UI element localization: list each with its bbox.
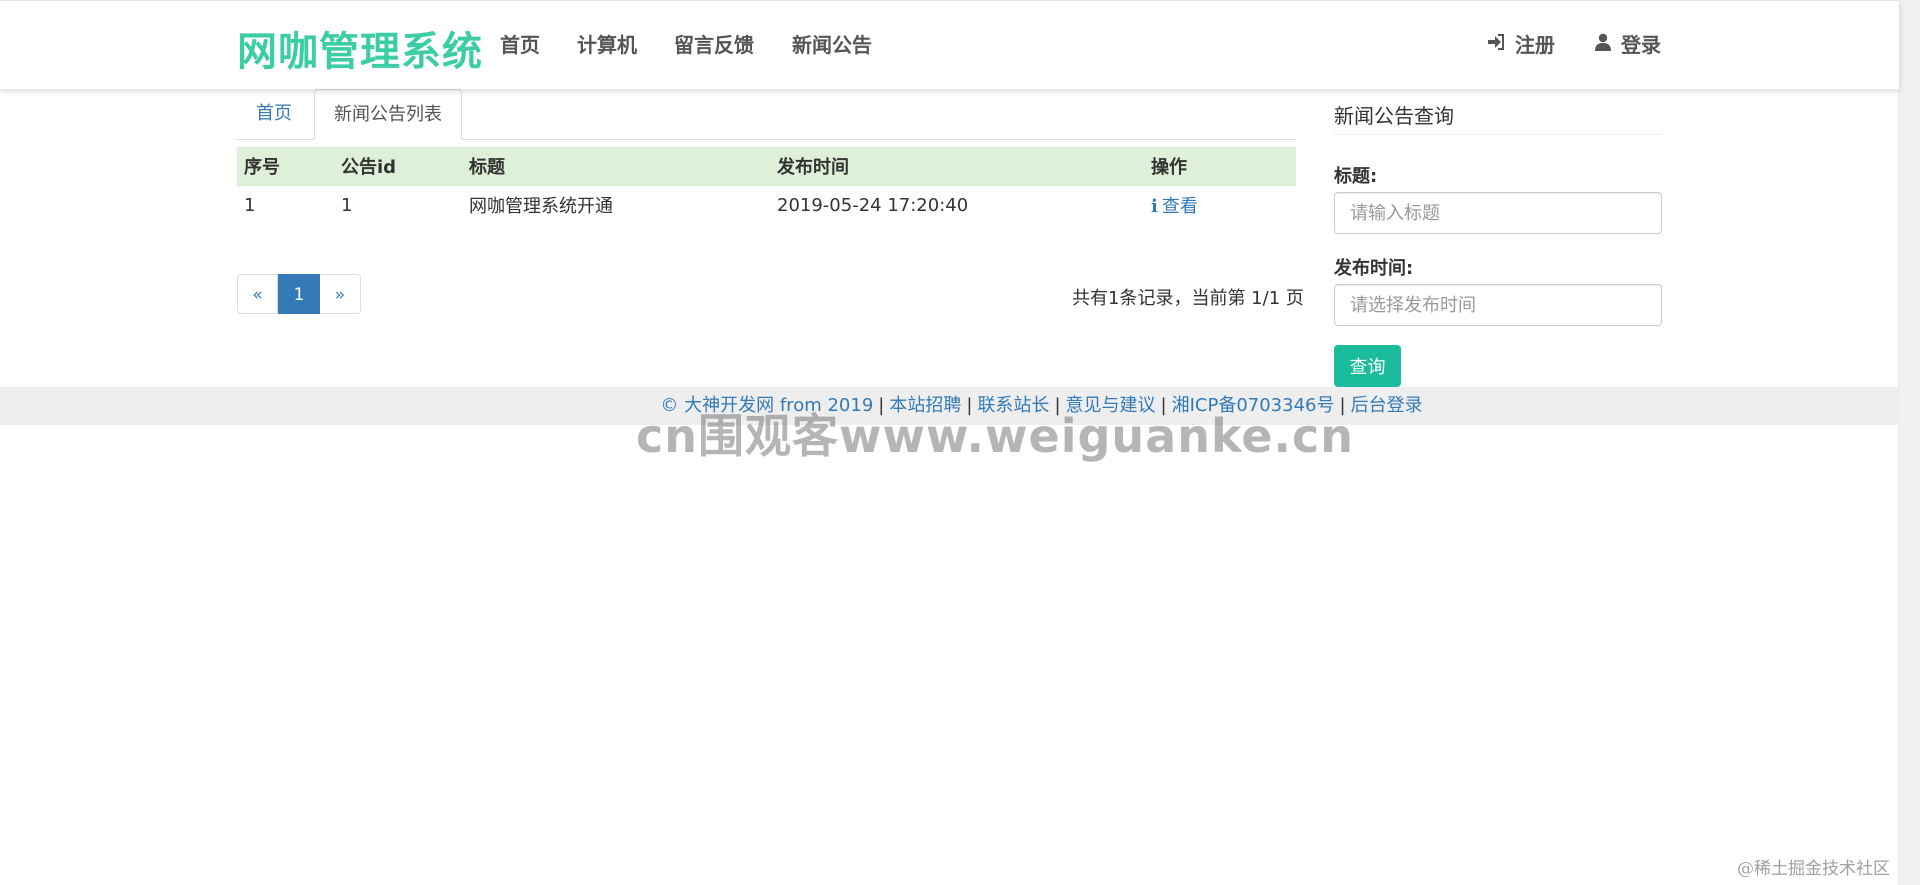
header-index: 序号 [237,147,334,186]
nav-news[interactable]: 新闻公告 [792,29,872,58]
breadcrumb-tabs: 首页 新闻公告列表 [237,89,1296,140]
title-input[interactable] [1334,192,1662,234]
nav-computers[interactable]: 计算机 [577,29,637,58]
view-link[interactable]: i 查看 [1151,196,1198,217]
login-label: 登录 [1621,33,1661,57]
footer-suggestions-link[interactable]: 意见与建议 [1066,395,1156,416]
footer-separator: | [966,395,973,416]
nav-home[interactable]: 首页 [500,29,540,58]
brand-logo[interactable]: 网咖管理系统 [237,19,483,77]
cell-index: 1 [244,194,256,216]
pagination-info: 共有1条记录，当前第 1/1 页 [1072,288,1304,309]
footer-separator: | [1054,395,1061,416]
search-panel-title: 新闻公告查询 [1334,104,1454,128]
table-header-row: 序号 公告id 标题 发布时间 操作 [237,147,1296,186]
footer-separator: | [878,395,885,416]
cell-publish-time: 2019-05-24 17:20:40 [777,194,969,216]
pagination: « 1 » [237,274,361,314]
footer-copyright-link[interactable]: © 大神开发网 from 2019 [660,395,873,416]
header-title: 标题 [462,147,770,186]
login-link[interactable]: 登录 [1595,29,1661,58]
tab-home[interactable]: 首页 [237,89,311,139]
footer-separator: | [1160,395,1167,416]
search-panel-divider [1334,134,1662,135]
news-table: 序号 公告id 标题 发布时间 操作 1 1 网咖管理系统开通 2019-05-… [237,147,1296,224]
footer: © 大神开发网 from 2019 | 本站招聘 | 联系站长 | 意见与建议 | 湘ICP备0… [0,387,1899,425]
publish-time-input[interactable] [1334,284,1662,326]
page-scrollbar[interactable] [1898,0,1920,885]
page-prev-button[interactable]: « [237,274,278,314]
user-icon [1595,32,1611,56]
footer-jobs-link[interactable]: 本站招聘 [889,395,961,416]
title-field-label: 标题: [1334,166,1378,187]
footer-separator: | [1339,395,1346,416]
page: 网咖管理系统 首页 计算机 留言反馈 新闻公告 注册 登录 首页 新闻公告列表 … [0,0,1920,885]
register-label: 注册 [1515,33,1555,57]
search-button[interactable]: 查询 [1334,345,1401,387]
table-row: 1 1 网咖管理系统开通 2019-05-24 17:20:40 i 查看 [237,186,1296,225]
footer-admin-login-link[interactable]: 后台登录 [1351,395,1423,416]
corner-watermark: @稀土掘金技术社区 [1737,859,1890,879]
cell-id: 1 [341,194,353,216]
footer-icp-link[interactable]: 湘ICP备0703346号 [1172,395,1335,416]
navbar: 网咖管理系统 首页 计算机 留言反馈 新闻公告 注册 登录 [0,0,1899,89]
tab-news-list[interactable]: 新闻公告列表 [314,89,462,140]
nav-feedback[interactable]: 留言反馈 [674,29,754,58]
register-link[interactable]: 注册 [1487,29,1555,58]
info-icon: i [1151,196,1158,217]
header-id: 公告id [334,147,462,186]
sign-in-icon [1487,32,1505,56]
header-actions: 操作 [1144,147,1296,186]
page-1-button[interactable]: 1 [278,274,320,314]
publish-time-field-label: 发布时间: [1334,258,1414,279]
header-publish-time: 发布时间 [770,147,1144,186]
view-label: 查看 [1161,196,1198,217]
page-next-button[interactable]: » [320,274,361,314]
footer-contact-link[interactable]: 联系站长 [977,395,1049,416]
cell-actions: i 查看 [1144,186,1296,225]
cell-title: 网咖管理系统开通 [469,196,613,217]
